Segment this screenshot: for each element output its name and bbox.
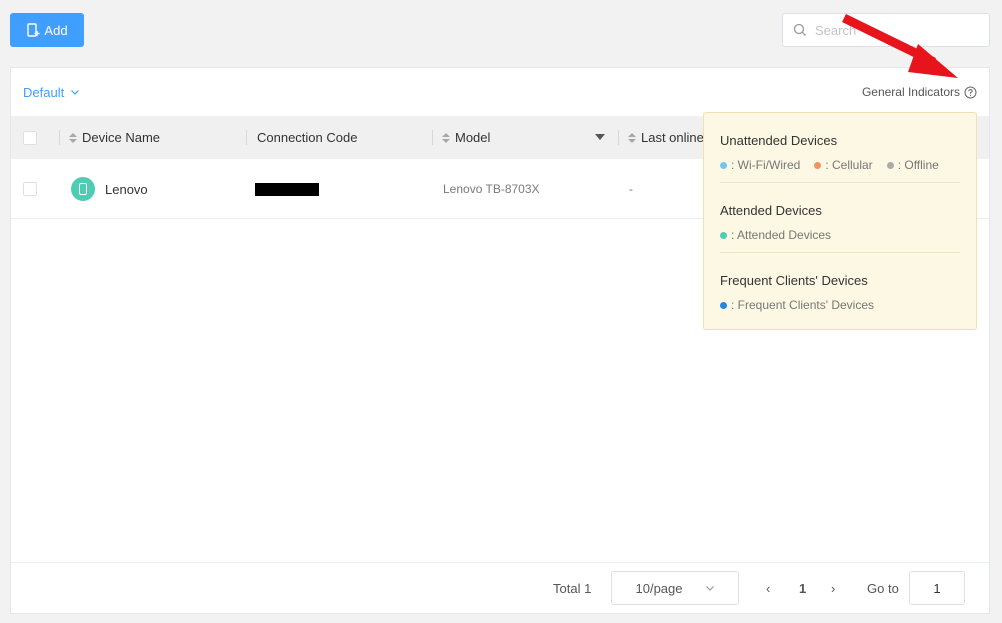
column-header-connection-code: Connection Code — [257, 116, 357, 159]
wifi-status-dot — [720, 161, 727, 169]
page-size-select[interactable]: 10/page — [611, 571, 739, 605]
goto-cell — [909, 563, 965, 613]
prev-page-icon[interactable]: ‹ — [766, 563, 770, 613]
popover-section-title: Attended Devices — [720, 203, 822, 218]
help-circle-icon — [964, 86, 977, 98]
popover-section-attended: Attended Devices : Attended Devices — [720, 183, 960, 253]
cellular-status-dot — [814, 161, 822, 169]
offline-status-dot — [886, 161, 894, 169]
select-all-checkbox[interactable] — [23, 130, 37, 145]
legend-item-attended: : Attended Devices — [720, 228, 831, 242]
page-number-current[interactable]: 1 — [799, 563, 806, 613]
search-box[interactable] — [782, 13, 990, 47]
popover-section-unattended: Unattended Devices : Wi-Fi/Wired : Cellu… — [720, 113, 960, 183]
search-input[interactable] — [815, 22, 975, 38]
column-divider — [59, 130, 60, 145]
column-header-model[interactable]: Model — [442, 116, 490, 159]
legend-label: : Wi-Fi/Wired — [731, 158, 801, 172]
popover-section-title: Frequent Clients' Devices — [720, 273, 868, 288]
model-cell: Lenovo TB-8703X — [443, 159, 540, 219]
row-select-cell — [23, 159, 37, 219]
device-name-cell: Lenovo — [71, 159, 148, 219]
legend-items: : Attended Devices — [720, 228, 960, 242]
legend-items: : Frequent Clients' Devices — [720, 298, 960, 312]
panel-toolbar: Default General Indicators — [11, 68, 989, 116]
column-header-last-online[interactable]: Last online — [628, 116, 704, 159]
search-icon — [793, 23, 806, 36]
page-size-cell: 10/page — [611, 563, 739, 613]
view-selector-label: Default — [23, 84, 65, 100]
attended-status-dot — [720, 231, 727, 239]
column-header-label: Last online — [641, 130, 704, 145]
last-online-value: - — [629, 182, 633, 196]
legend-label: : Attended Devices — [731, 228, 832, 242]
popover-section-frequent: Frequent Clients' Devices : Frequent Cli… — [720, 253, 960, 322]
next-page-icon[interactable]: › — [831, 563, 835, 613]
legend-item-offline: : Offline — [886, 158, 939, 172]
row-checkbox[interactable] — [23, 182, 37, 196]
model-filter-icon[interactable] — [595, 134, 605, 140]
view-selector[interactable]: Default — [23, 85, 80, 100]
frequent-status-dot — [720, 301, 727, 309]
select-all-cell — [23, 116, 37, 159]
column-divider — [618, 130, 619, 145]
chevron-down-icon — [705, 586, 714, 591]
legend-item-frequent: : Frequent Clients' Devices — [720, 298, 874, 312]
add-device-icon — [27, 23, 40, 37]
sort-icon — [69, 132, 77, 143]
popover-section-title: Unattended Devices — [720, 133, 838, 148]
pagination-total: Total 1 — [553, 580, 592, 596]
last-online-cell: - — [629, 159, 633, 219]
device-model: Lenovo TB-8703X — [443, 182, 540, 196]
column-divider — [432, 130, 433, 145]
general-indicators[interactable]: General Indicators — [862, 85, 977, 99]
legend-label: : Frequent Clients' Devices — [731, 298, 875, 312]
indicators-popover: Unattended Devices : Wi-Fi/Wired : Cellu… — [703, 112, 977, 330]
redacted-connection-code — [255, 182, 319, 196]
goto-page-input[interactable] — [909, 571, 965, 605]
column-header-device-name[interactable]: Device Name — [69, 116, 160, 159]
chevron-down-icon — [71, 90, 80, 95]
column-header-label: Device Name — [82, 130, 161, 145]
column-header-label: Model — [455, 130, 491, 145]
legend-label: : Cellular — [825, 158, 873, 172]
legend-items: : Wi-Fi/Wired : Cellular : Offline — [720, 158, 960, 172]
page-size-value: 10/page — [635, 580, 683, 596]
column-divider — [246, 130, 247, 145]
add-button-label: Add — [44, 22, 68, 38]
general-indicators-label: General Indicators — [861, 85, 960, 99]
pagination: Total 1 10/page ‹ 1 › Go to — [11, 562, 989, 613]
connection-code-cell — [255, 159, 319, 219]
sort-icon — [628, 132, 636, 143]
column-header-label: Connection Code — [257, 130, 358, 145]
add-button[interactable]: Add — [10, 13, 84, 47]
device-name: Lenovo — [105, 181, 148, 197]
legend-item-cellular: : Cellular — [814, 158, 873, 172]
attended-device-icon — [71, 177, 95, 201]
sort-icon — [442, 132, 450, 143]
legend-label: : Offline — [897, 158, 939, 172]
goto-label: Go to — [867, 580, 899, 596]
legend-item-wifi: : Wi-Fi/Wired — [720, 158, 800, 172]
